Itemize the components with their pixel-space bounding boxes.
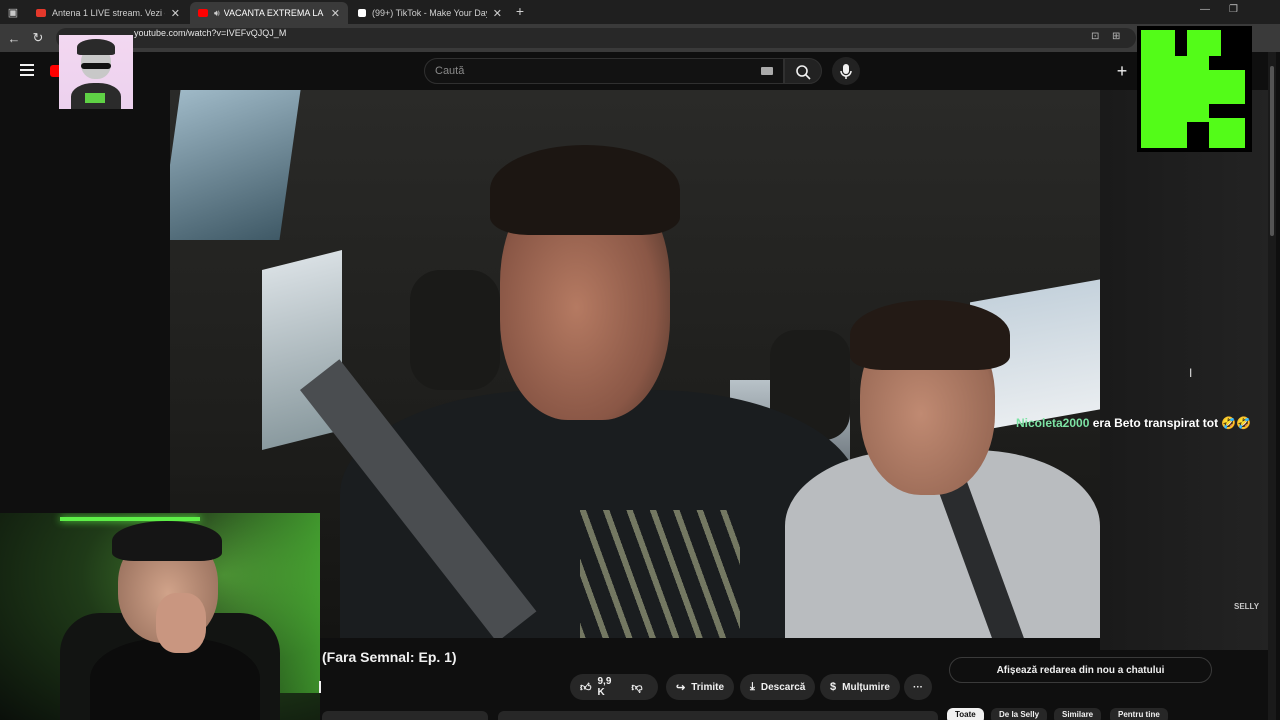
tab-antena[interactable]: Antena 1 LIVE stream. Vezi online ✕ <box>28 2 188 24</box>
back-icon[interactable]: ← <box>6 30 22 46</box>
chat-text: era Beto transpirat tot 🤣🤣 <box>1092 416 1252 430</box>
search-input[interactable]: Caută <box>424 58 784 84</box>
create-button[interactable]: + <box>1112 61 1132 81</box>
hoodie-print <box>580 510 740 638</box>
chip-for-you[interactable]: Pentru tine <box>1110 708 1168 720</box>
passenger-hair <box>850 300 1010 370</box>
menu-icon[interactable] <box>20 64 34 76</box>
channel-watermark: SELLY <box>1234 602 1260 611</box>
chat-message-overlay: Nicoleta2000 era Beto transpirat tot 🤣🤣 <box>1016 416 1251 430</box>
thanks-button[interactable]: $ Mulțumire <box>820 674 900 700</box>
url-text[interactable]: youtube.com/watch?v=IVEFvQJQJ_M <box>134 28 286 38</box>
search-placeholder: Caută <box>435 65 465 77</box>
close-icon[interactable]: ✕ <box>171 7 180 20</box>
tab-title: VACANTA EXTREMA LA 3,000 <box>223 8 325 18</box>
extensions-icon[interactable]: ⊞ <box>1112 31 1124 43</box>
avatar-overlay <box>59 35 133 109</box>
chip-related[interactable]: Similare <box>1054 708 1102 720</box>
headrest <box>410 270 500 390</box>
text-cursor-icon: I <box>1189 366 1193 380</box>
download-icon: ⤓ <box>750 680 755 693</box>
close-icon[interactable]: ✕ <box>331 7 340 20</box>
thumbs-down-icon[interactable]: 👎︎ <box>631 681 642 694</box>
scrollbar-thumb[interactable] <box>1270 66 1274 236</box>
thumbs-up-icon[interactable]: 👍︎ <box>580 681 592 694</box>
microphone-icon <box>840 64 852 79</box>
close-icon[interactable]: ✕ <box>493 7 502 20</box>
speaker-icon[interactable]: 🔊︎ <box>214 8 220 19</box>
more-icon: ··· <box>913 681 923 693</box>
tab-actions-icon[interactable]: ▣ <box>4 3 22 21</box>
address-toolbar: ← ↻ youtube.com/watch?v=IVEFvQJQJ_M <box>0 24 1280 52</box>
antena-favicon-icon <box>36 9 46 17</box>
voice-search-button[interactable] <box>832 57 860 85</box>
video-title: (Fara Semnal: Ep. 1) <box>322 649 457 665</box>
search-icon <box>796 65 811 80</box>
share-label: Trimite <box>691 681 725 693</box>
streamer-webcam <box>0 513 320 720</box>
maximize-icon[interactable]: ❐ <box>1229 4 1238 15</box>
minimize-icon[interactable]: — <box>1200 4 1210 15</box>
show-chat-replay-button[interactable]: Afișează redarea din nou a chatului <box>949 657 1212 683</box>
browser-tab-bar: ▣ Antena 1 LIVE stream. Vezi online ✕ 🔊︎… <box>0 0 1280 24</box>
tab-title: Antena 1 LIVE stream. Vezi online <box>52 8 165 18</box>
tab-youtube-video[interactable]: 🔊︎ VACANTA EXTREMA LA 3,000 ✕ <box>190 2 348 24</box>
sidebar-area <box>1100 90 1268 650</box>
thanks-icon: $ <box>830 681 837 693</box>
share-icon: ↪ <box>676 681 686 694</box>
youtube-header: Caută + <box>0 52 1280 90</box>
channel-row <box>322 711 488 720</box>
car-window <box>170 90 301 240</box>
description-box[interactable] <box>498 711 938 720</box>
chip-all[interactable]: Toate <box>947 708 984 720</box>
reload-icon[interactable]: ↻ <box>30 30 46 46</box>
download-button[interactable]: ⤓ Descarcă <box>740 674 816 700</box>
tab-title: (99+) TikTok - Make Your Day <box>372 8 487 18</box>
like-count[interactable]: 9,9 K <box>598 676 612 698</box>
thanks-label: Mulțumire <box>842 681 890 693</box>
tiktok-favicon-icon <box>358 9 366 17</box>
driver-hair <box>490 145 680 235</box>
tab-tiktok[interactable]: (99+) TikTok - Make Your Day ✕ <box>350 2 510 24</box>
keyboard-icon[interactable] <box>761 67 773 75</box>
share-button[interactable]: ↪ Trimite <box>666 674 735 700</box>
youtube-favicon-icon <box>198 9 208 17</box>
like-dislike-group[interactable]: 👍︎ 9,9 K 👎︎ <box>570 674 658 700</box>
search-button[interactable] <box>784 58 822 84</box>
chat-username: Nicoleta2000 <box>1016 416 1090 430</box>
install-app-icon[interactable]: ⊡ <box>1091 31 1103 43</box>
chip-from-channel[interactable]: De la Selly <box>991 708 1048 720</box>
more-actions-button[interactable]: ··· <box>904 674 932 700</box>
kick-logo-icon <box>1137 26 1252 152</box>
download-label: Descarcă <box>760 681 806 693</box>
new-tab-button[interactable]: + <box>512 3 528 19</box>
divider <box>319 681 321 693</box>
